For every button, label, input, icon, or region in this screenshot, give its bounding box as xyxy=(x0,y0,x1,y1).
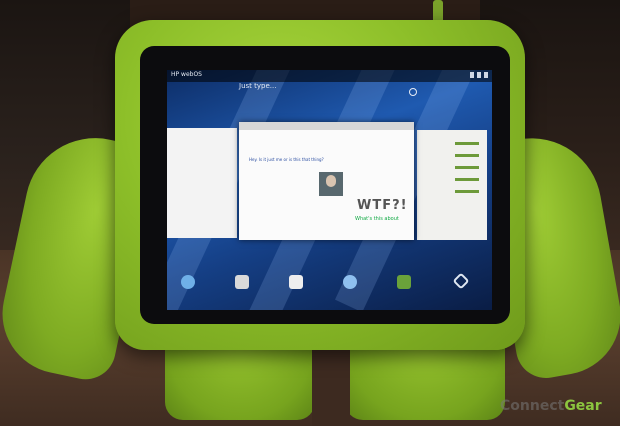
calendar-icon[interactable] xyxy=(289,275,303,289)
status-bar: HP webOS xyxy=(167,70,492,82)
list-line xyxy=(455,154,479,157)
list-line xyxy=(455,166,479,169)
email-icon[interactable] xyxy=(235,275,249,289)
status-title: HP webOS xyxy=(171,71,202,78)
card-text: Hey. Is it just me or is this that thing… xyxy=(249,157,324,162)
status-icons xyxy=(470,72,488,78)
browser-icon[interactable] xyxy=(181,275,195,289)
app-card-left[interactable] xyxy=(167,128,237,238)
photos-icon[interactable] xyxy=(397,275,411,289)
list-line xyxy=(455,178,479,181)
search-prompt[interactable]: Just type... xyxy=(239,82,276,90)
app-dock xyxy=(167,270,492,300)
battery-icon xyxy=(484,72,488,78)
watermark: ConnectGear xyxy=(500,398,602,414)
photo-scene: HP webOS Just type... Hey. Is it just me… xyxy=(0,0,620,426)
leg-gap xyxy=(312,345,350,426)
list-line xyxy=(455,190,479,193)
card-headline: WTF?! xyxy=(357,198,408,213)
watermark-prefix: Connect xyxy=(500,398,565,414)
tablet-screen: HP webOS Just type... Hey. Is it just me… xyxy=(167,70,492,310)
wifi-icon xyxy=(470,72,474,78)
app-card-main[interactable]: Hey. Is it just me or is this that thing… xyxy=(239,122,414,240)
messaging-icon[interactable] xyxy=(343,275,357,289)
app-card-right[interactable] xyxy=(417,130,487,240)
card-subtext: What's this about xyxy=(355,216,399,222)
signal-icon xyxy=(477,72,481,78)
launcher-icon[interactable] xyxy=(452,272,470,290)
watermark-brand: Gear xyxy=(564,398,602,414)
search-icon[interactable] xyxy=(409,88,417,96)
profile-head xyxy=(326,175,336,187)
list-line xyxy=(455,142,479,145)
card-title-bar xyxy=(239,122,414,130)
